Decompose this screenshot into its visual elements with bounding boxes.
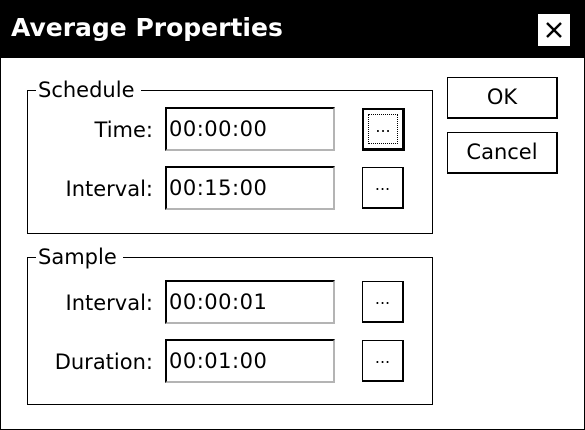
sample-duration-label: Duration: <box>54 350 153 374</box>
sample-legend: Sample <box>36 243 123 271</box>
schedule-interval-browse-button[interactable]: ... <box>362 167 404 209</box>
sample-duration-browse-button[interactable]: ... <box>362 340 404 382</box>
schedule-interval-label: Interval: <box>65 177 154 201</box>
title-bar: Average Properties <box>1 1 584 58</box>
dialog-window: Average Properties Schedule Time: 00:00:… <box>0 0 585 430</box>
sample-duration-field[interactable]: 00:01:00 <box>165 339 335 383</box>
sample-interval-label: Interval: <box>65 291 154 315</box>
schedule-time-label: Time: <box>94 118 153 142</box>
dialog-title: Average Properties <box>11 13 283 42</box>
schedule-interval-field[interactable]: 00:15:00 <box>165 166 335 210</box>
sample-interval-field[interactable]: 00:00:01 <box>165 280 335 324</box>
ok-button[interactable]: OK <box>447 77 558 119</box>
schedule-time-browse-button[interactable]: ... <box>362 108 405 151</box>
cancel-button[interactable]: Cancel <box>447 132 558 174</box>
close-button[interactable] <box>537 13 571 47</box>
schedule-time-field[interactable]: 00:00:00 <box>165 107 335 151</box>
close-icon <box>546 22 562 38</box>
schedule-legend: Schedule <box>36 76 141 104</box>
sample-interval-browse-button[interactable]: ... <box>362 281 404 323</box>
